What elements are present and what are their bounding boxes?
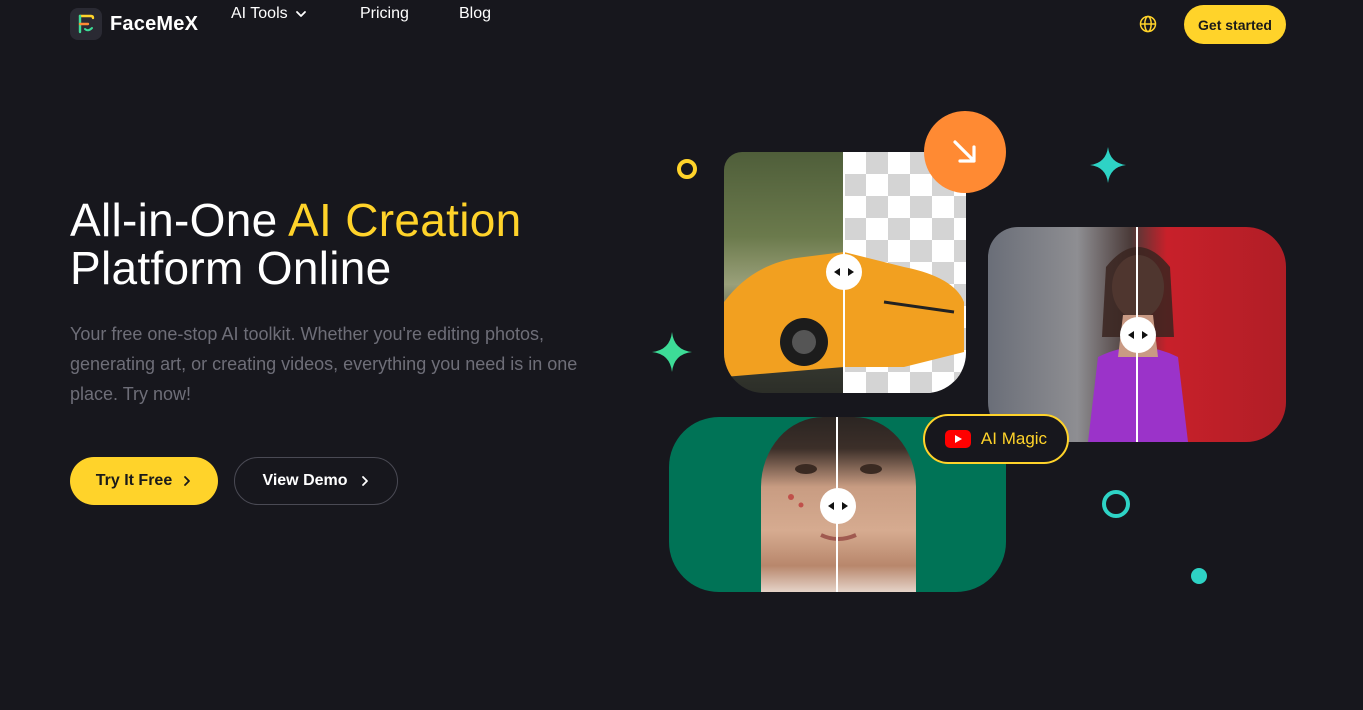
dot-teal-decoration-icon xyxy=(1191,568,1207,584)
chevron-right-icon xyxy=(361,476,368,486)
nav-pricing[interactable]: Pricing xyxy=(360,5,409,23)
nav-ai-tools-label: AI Tools xyxy=(231,5,288,22)
hero-title-part2: Platform Online xyxy=(70,242,392,294)
brand-logo[interactable]: FaceMeX xyxy=(70,8,198,40)
ring-teal-decoration-icon xyxy=(1102,490,1130,518)
background-remover-preview xyxy=(724,152,966,393)
brand-name: FaceMeX xyxy=(110,12,199,35)
globe-icon[interactable] xyxy=(1138,14,1158,34)
hero-title-part1: All-in-One xyxy=(70,194,289,246)
chevron-down-icon xyxy=(295,11,306,17)
hero-title-accent: AI Creation xyxy=(288,194,522,246)
ring-decoration-icon xyxy=(677,159,697,179)
compare-arrows-icon[interactable] xyxy=(1120,317,1156,353)
hero-title: All-in-One AI Creation Platform Online xyxy=(70,196,521,292)
nav-blog-label: Blog xyxy=(459,5,492,22)
sparkle-teal-icon xyxy=(1090,147,1126,183)
top-navbar: FaceMeX AI Tools Pricing Blog Get starte… xyxy=(0,0,1363,48)
chevron-right-icon xyxy=(184,476,191,486)
sparkle-green-icon xyxy=(652,332,692,372)
nav-ai-tools[interactable]: AI Tools xyxy=(231,5,308,23)
facemex-logo-icon xyxy=(70,8,102,40)
nav-blog[interactable]: Blog xyxy=(459,5,491,23)
get-started-button[interactable]: Get started xyxy=(1184,5,1286,44)
nav-pricing-label: Pricing xyxy=(360,5,409,22)
try-it-free-button[interactable]: Try It Free xyxy=(70,457,218,505)
compare-arrows-icon[interactable] xyxy=(820,488,856,524)
youtube-icon xyxy=(944,430,971,448)
view-demo-label: View Demo xyxy=(262,472,348,489)
portrait-enhancer-preview xyxy=(988,227,1286,442)
view-demo-button[interactable]: View Demo xyxy=(234,457,398,505)
ai-magic-badge[interactable]: AI Magic xyxy=(923,414,1069,464)
hero-subtext: Your free one-stop AI toolkit. Whether y… xyxy=(70,324,578,404)
ai-magic-label: AI Magic xyxy=(980,429,1048,448)
arrow-down-right-icon xyxy=(924,111,1006,193)
try-it-free-label: Try It Free xyxy=(95,472,173,489)
compare-arrows-icon[interactable] xyxy=(826,254,862,290)
